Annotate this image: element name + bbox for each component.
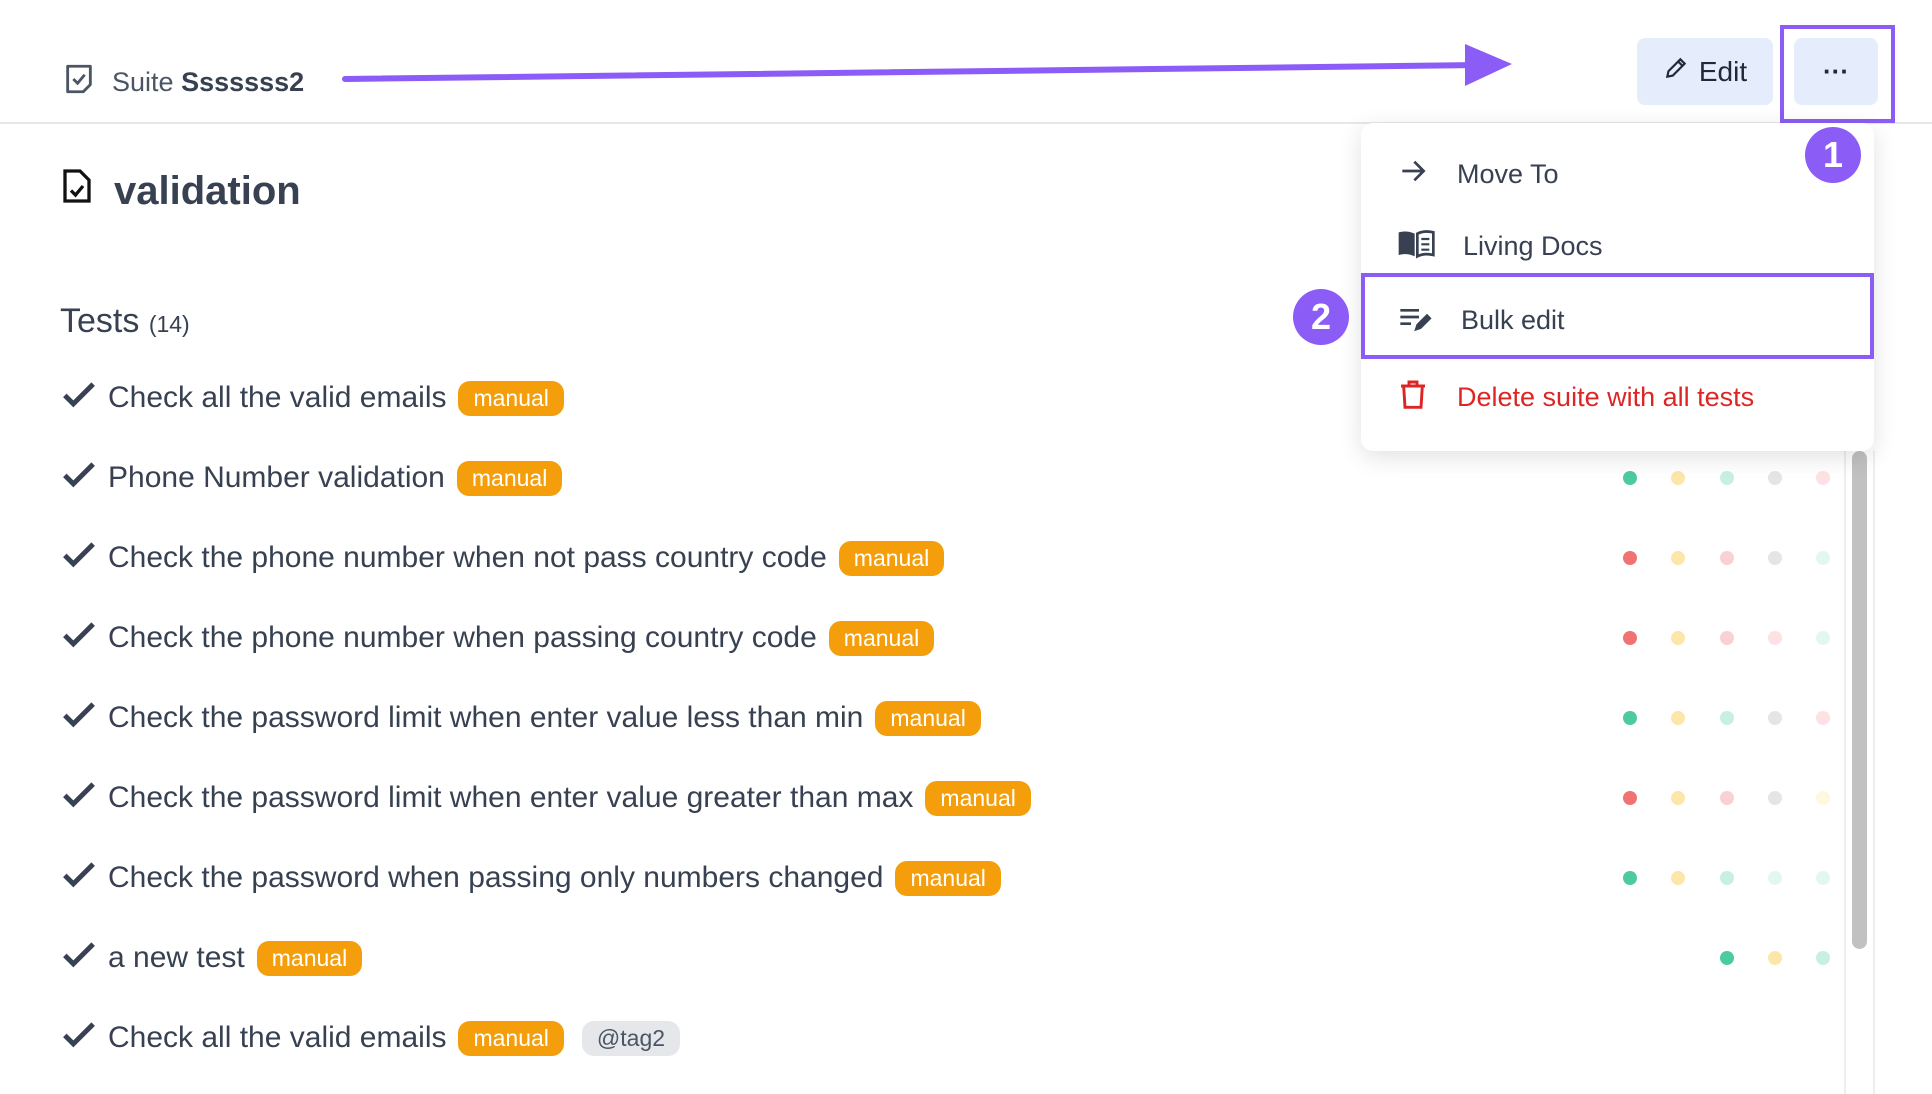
- check-icon: [62, 939, 96, 977]
- manual-badge: manual: [456, 460, 563, 496]
- check-icon: [62, 379, 96, 417]
- menu-item-move-to[interactable]: Move To: [1361, 138, 1874, 210]
- run-status-dot[interactable]: [1816, 871, 1830, 885]
- run-status-dot[interactable]: [1768, 551, 1782, 565]
- test-row[interactable]: Check the password limit when enter valu…: [62, 688, 981, 748]
- test-title[interactable]: Check the password limit when enter valu…: [108, 781, 913, 815]
- manual-badge: manual: [838, 540, 945, 576]
- scrollbar[interactable]: [1852, 451, 1867, 949]
- run-status-dot[interactable]: [1816, 711, 1830, 725]
- run-status-dot[interactable]: [1768, 471, 1782, 485]
- run-status-dot[interactable]: [1623, 551, 1637, 565]
- test-row[interactable]: Check all the valid emails manual @tag2: [62, 1008, 681, 1068]
- menu-item-bulk-edit[interactable]: Bulk edit: [1361, 284, 1874, 356]
- run-status-dot[interactable]: [1623, 871, 1637, 885]
- run-status-dot[interactable]: [1768, 631, 1782, 645]
- manual-badge: manual: [875, 700, 981, 736]
- test-row[interactable]: Check the phone number when not pass cou…: [62, 528, 945, 588]
- test-title[interactable]: Check the password when passing only num…: [108, 861, 883, 895]
- test-row[interactable]: a new test manual: [62, 928, 363, 988]
- manual-badge: manual: [256, 940, 363, 976]
- suite-options-menu: Move To Living Docs Bulk edit Delete sui…: [1361, 123, 1874, 451]
- tests-heading: Tests (14): [60, 302, 190, 340]
- run-status-dot[interactable]: [1768, 951, 1782, 965]
- test-title[interactable]: Check all the valid emails: [108, 381, 446, 415]
- ellipsis-icon: ···: [1823, 56, 1849, 86]
- menu-item-living-docs[interactable]: Living Docs: [1361, 210, 1874, 282]
- run-status-dot[interactable]: [1768, 711, 1782, 725]
- page-title: validation: [62, 168, 301, 214]
- test-title[interactable]: Check the phone number when not pass cou…: [108, 541, 827, 575]
- run-status-dot[interactable]: [1671, 871, 1685, 885]
- run-status-dot[interactable]: [1720, 951, 1734, 965]
- manual-badge: manual: [458, 380, 564, 416]
- run-status-dot[interactable]: [1671, 551, 1685, 565]
- more-options-button[interactable]: ···: [1794, 38, 1878, 105]
- panel-divider: [1873, 451, 1875, 1094]
- file-check-icon: [62, 168, 92, 214]
- test-title[interactable]: a new test: [108, 941, 245, 975]
- test-title[interactable]: Check all the valid emails: [108, 1021, 446, 1055]
- test-title[interactable]: Check the password limit when enter valu…: [108, 701, 863, 735]
- run-status-dot[interactable]: [1623, 711, 1637, 725]
- check-icon: [62, 859, 96, 897]
- step-badge-2: 2: [1293, 289, 1349, 345]
- run-status-dot[interactable]: [1623, 791, 1637, 805]
- edit-label: Edit: [1698, 55, 1748, 87]
- bulk-edit-icon: [1397, 301, 1433, 340]
- run-status-dot[interactable]: [1720, 471, 1734, 485]
- menu-item-label: Living Docs: [1463, 230, 1603, 261]
- test-row[interactable]: Check all the valid emails manual: [62, 368, 564, 428]
- run-status-dot[interactable]: [1720, 711, 1734, 725]
- menu-item-label: Bulk edit: [1461, 304, 1565, 335]
- run-status-dot[interactable]: [1720, 551, 1734, 565]
- run-status-dot[interactable]: [1816, 951, 1830, 965]
- run-status-dot[interactable]: [1816, 471, 1830, 485]
- test-row[interactable]: Check the password limit when enter valu…: [62, 768, 1031, 828]
- run-status-dot[interactable]: [1816, 551, 1830, 565]
- step-badge-1: 1: [1805, 127, 1861, 183]
- menu-item-label: Move To: [1457, 158, 1559, 189]
- trash-icon: [1397, 378, 1429, 417]
- suite-title: validation: [114, 168, 301, 213]
- edit-button[interactable]: Edit: [1637, 38, 1773, 105]
- book-icon: [1397, 227, 1435, 266]
- menu-item-delete-suite[interactable]: Delete suite with all tests: [1361, 361, 1874, 433]
- manual-badge: manual: [895, 860, 1001, 896]
- run-status-dot[interactable]: [1671, 471, 1685, 485]
- manual-badge: manual: [458, 1020, 564, 1056]
- run-status-dot[interactable]: [1671, 711, 1685, 725]
- test-row[interactable]: Check the phone number when passing coun…: [62, 608, 935, 668]
- check-icon: [62, 459, 96, 497]
- run-status-dot[interactable]: [1623, 631, 1637, 645]
- run-status-dot[interactable]: [1768, 791, 1782, 805]
- check-icon: [62, 699, 96, 737]
- run-status-dot[interactable]: [1816, 631, 1830, 645]
- run-status-dot[interactable]: [1671, 631, 1685, 645]
- test-row[interactable]: Phone Number validation manual: [62, 448, 563, 508]
- page-header: Suite Sssssss2 Edit ···: [0, 0, 1932, 124]
- tag-badge[interactable]: @tag2: [581, 1020, 681, 1056]
- test-row[interactable]: Check the password when passing only num…: [62, 848, 1001, 908]
- pencil-icon: [1663, 55, 1689, 88]
- test-title[interactable]: Phone Number validation: [108, 461, 445, 495]
- run-status-dot[interactable]: [1720, 631, 1734, 645]
- arrow-right-icon: [1397, 155, 1429, 194]
- run-status-dot[interactable]: [1671, 791, 1685, 805]
- run-status-dot[interactable]: [1816, 791, 1830, 805]
- check-icon: [62, 1019, 96, 1057]
- panel-divider: [1844, 451, 1846, 1094]
- run-status-dot[interactable]: [1720, 871, 1734, 885]
- check-icon: [62, 619, 96, 657]
- test-title[interactable]: Check the phone number when passing coun…: [108, 621, 817, 655]
- menu-item-label: Delete suite with all tests: [1457, 381, 1755, 412]
- manual-badge: manual: [925, 780, 1031, 816]
- run-status-dot[interactable]: [1623, 471, 1637, 485]
- check-icon: [62, 779, 96, 817]
- check-icon: [62, 539, 96, 577]
- manual-badge: manual: [828, 620, 935, 656]
- run-status-dot[interactable]: [1768, 871, 1782, 885]
- run-status-dot[interactable]: [1720, 791, 1734, 805]
- tests-count: (14): [148, 311, 190, 337]
